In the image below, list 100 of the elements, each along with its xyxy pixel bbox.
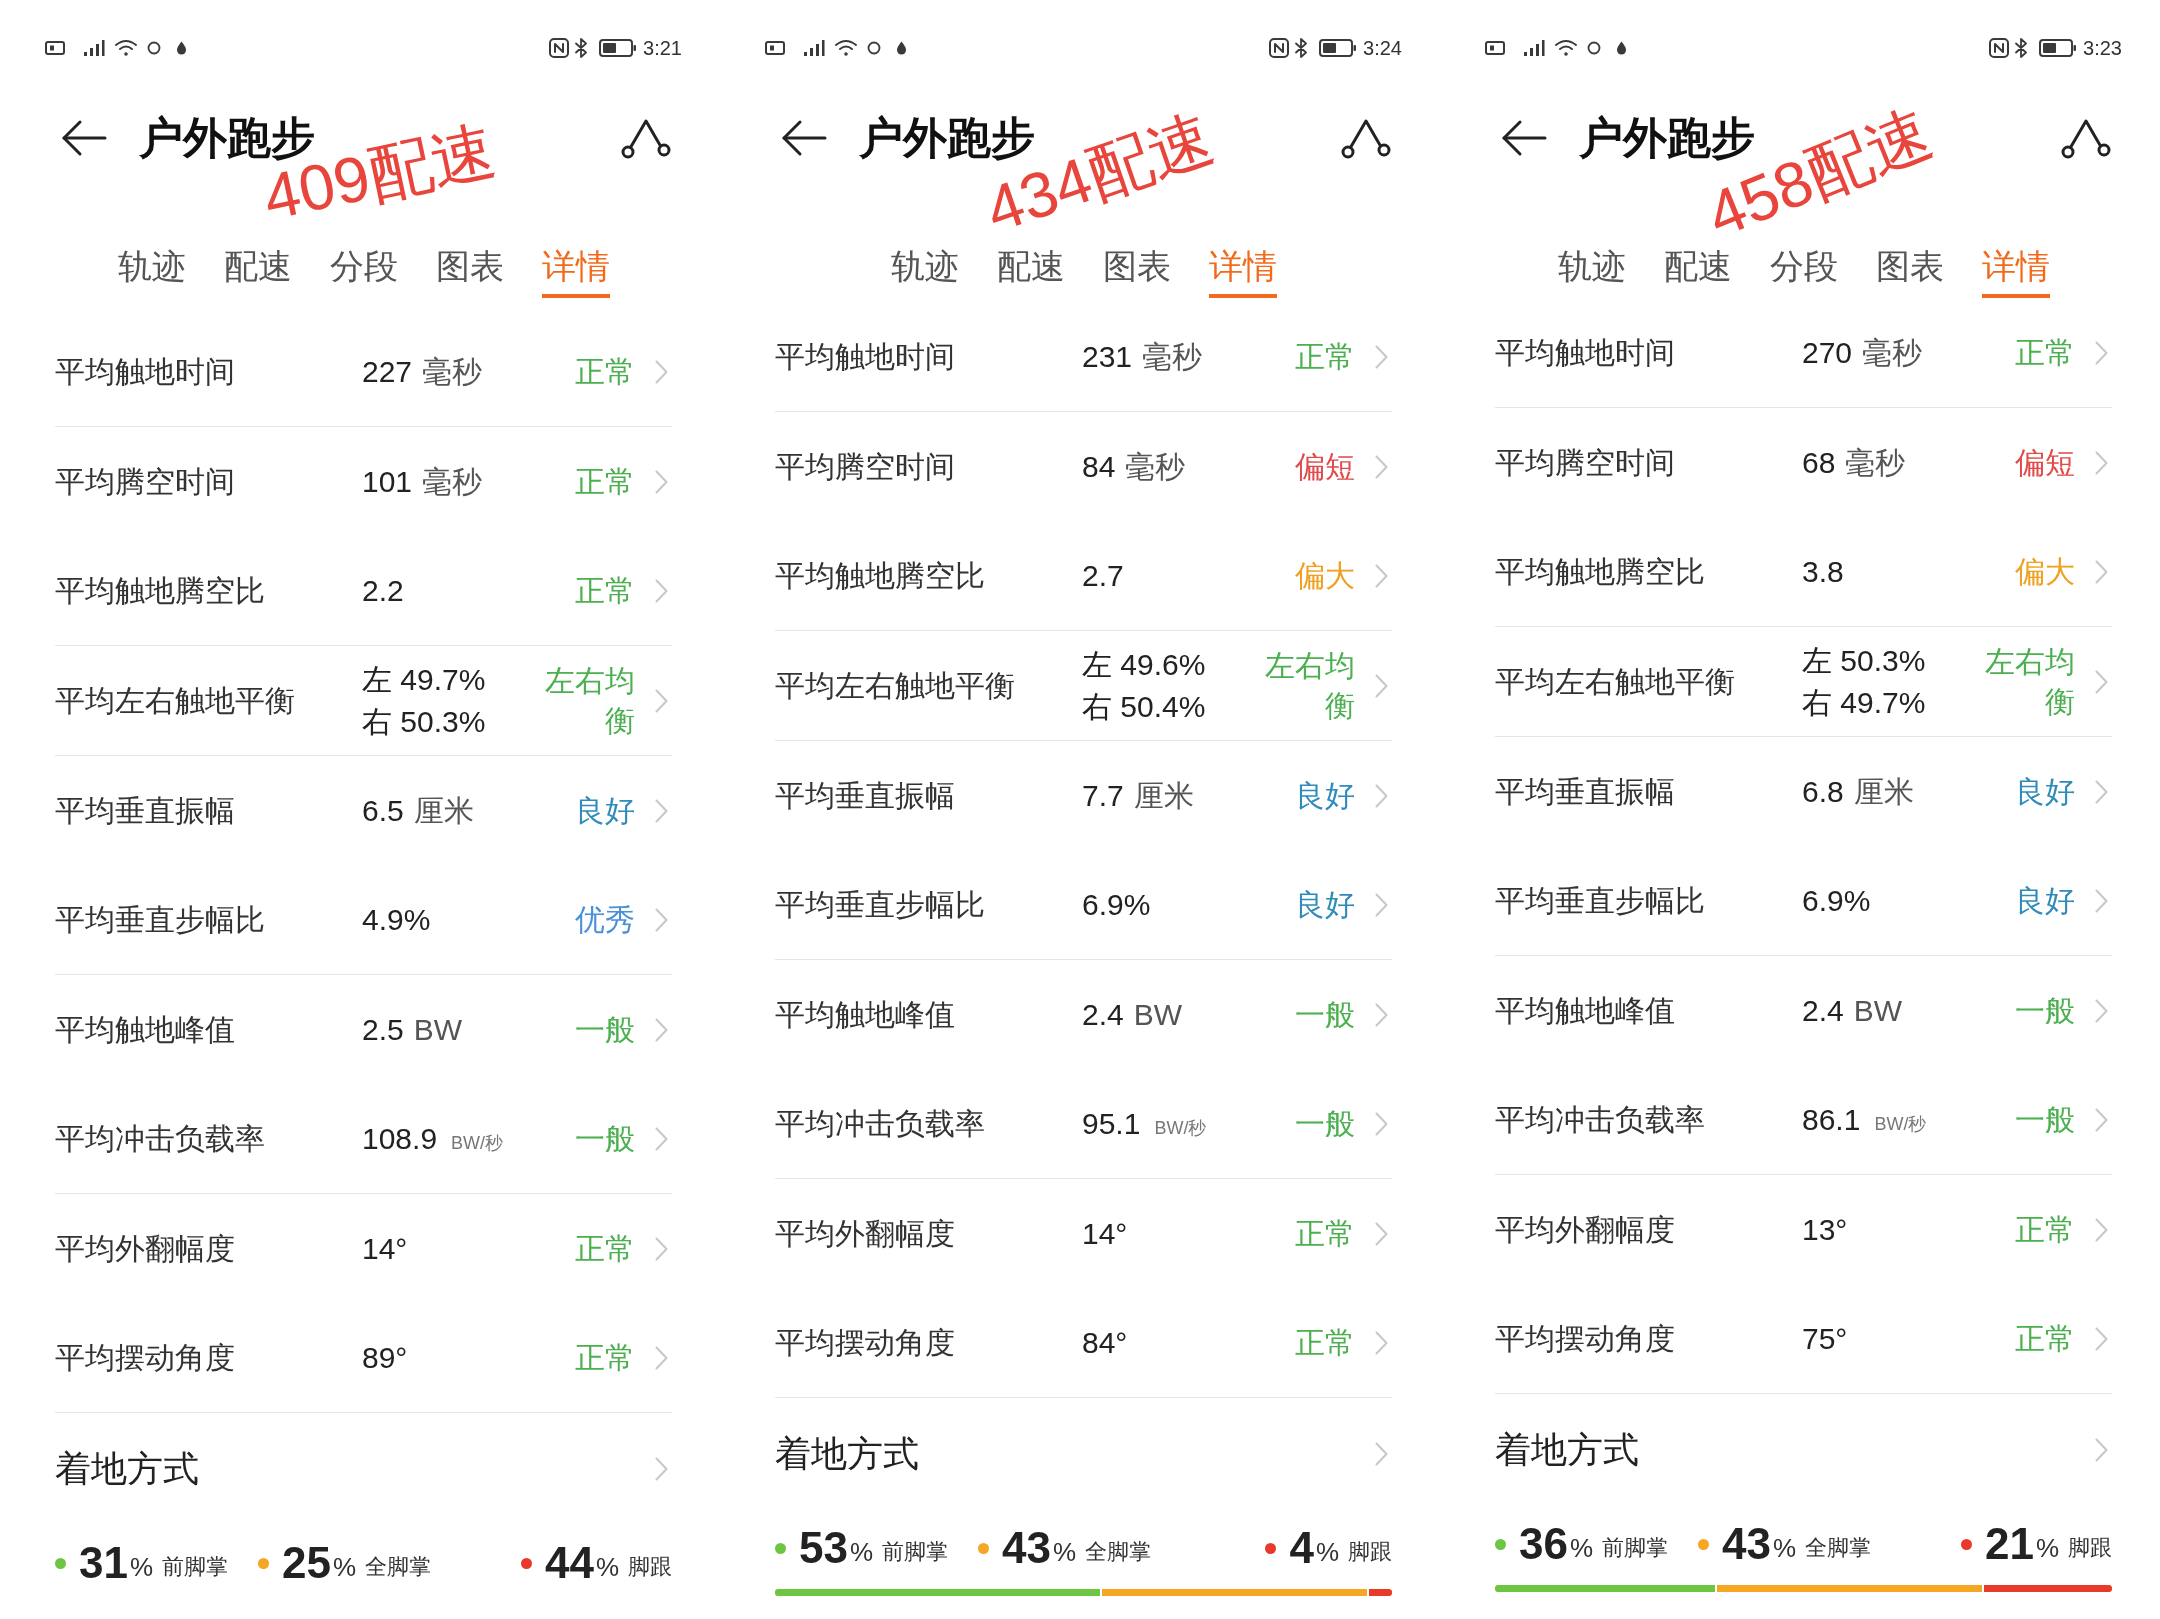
chevron-right-icon[interactable]	[1375, 1111, 1388, 1136]
chevron-right-icon[interactable]	[1375, 673, 1388, 698]
metric-label: 平均垂直振幅	[1495, 773, 1676, 810]
status-label: 偏大	[1294, 557, 1355, 594]
chevron-right-icon[interactable]	[1375, 783, 1388, 808]
metric-label: 平均腾空时间	[775, 448, 956, 485]
status-label: 正常	[2014, 334, 2075, 371]
chevron-right-icon[interactable]	[2095, 450, 2108, 475]
chevron-right-icon[interactable]	[2095, 779, 2108, 804]
chevron-right-icon[interactable]	[655, 1126, 668, 1151]
metric-value: 84°	[1082, 1324, 1128, 1361]
chevron-right-icon[interactable]	[655, 1017, 668, 1042]
tab[interactable]: 分段	[1769, 246, 1838, 298]
status-label: 正常	[574, 1230, 635, 1267]
chevron-right-icon[interactable]	[1375, 892, 1388, 917]
legend-label: 前脚掌	[162, 1554, 229, 1580]
status-label: 一般	[574, 1011, 635, 1048]
ring-icon	[1587, 41, 1601, 55]
status-label: 正常	[574, 1339, 635, 1376]
wifi-icon	[1554, 39, 1578, 57]
chevron-right-icon[interactable]	[1375, 454, 1388, 479]
legend-percent-sign: %	[1053, 1537, 1077, 1567]
metric-unit: 毫秒	[1125, 448, 1186, 485]
metric-unit: 毫秒	[1142, 338, 1203, 375]
chevron-right-icon[interactable]	[655, 688, 668, 713]
chevron-right-icon[interactable]	[655, 907, 668, 932]
nfc-icon	[1989, 38, 2010, 58]
legend-percent: 31	[79, 1538, 128, 1588]
legend-label: 脚跟	[628, 1554, 672, 1580]
tab[interactable]: 图表	[1875, 246, 1944, 298]
chevron-right-icon[interactable]	[655, 1236, 668, 1261]
chevron-right-icon[interactable]	[655, 798, 668, 823]
metric-value: 75°	[1802, 1320, 1848, 1357]
chevron-right-icon[interactable]	[1375, 1002, 1388, 1027]
status-label: 正常	[2014, 1211, 2075, 1248]
metric-label: 平均触地腾空比	[775, 557, 986, 594]
tab[interactable]: 图表	[1102, 246, 1171, 298]
tab[interactable]: 轨迹	[890, 246, 959, 298]
status-time: 3:24	[1363, 36, 1402, 60]
status-label: 正常	[1294, 338, 1355, 375]
chevron-right-icon[interactable]	[655, 1457, 668, 1481]
legend-label: 脚跟	[2068, 1535, 2112, 1561]
status-label: 一般	[1294, 1105, 1355, 1142]
chevron-right-icon[interactable]	[2095, 669, 2108, 694]
chevron-right-icon[interactable]	[655, 578, 668, 603]
chevron-right-icon[interactable]	[2095, 559, 2108, 584]
metric-value: 2.7	[1082, 557, 1124, 594]
status-label: 良好	[1294, 886, 1355, 923]
chevron-right-icon[interactable]	[2095, 340, 2108, 365]
chevron-right-icon[interactable]	[1375, 1330, 1388, 1355]
metric-value: 86.1	[1802, 1101, 1861, 1138]
metric-label: 平均触地时间	[1495, 334, 1676, 371]
legend-label: 脚跟	[1348, 1539, 1392, 1565]
chevron-right-icon[interactable]	[1375, 563, 1388, 588]
chevron-right-icon[interactable]	[2095, 1326, 2108, 1351]
chevron-right-icon[interactable]	[2095, 1217, 2108, 1242]
metric-label: 平均触地峰值	[1495, 992, 1676, 1029]
chevron-right-icon[interactable]	[655, 469, 668, 494]
tab[interactable]: 分段	[329, 246, 398, 298]
metric-label: 平均垂直振幅	[775, 777, 956, 814]
metric-value: 6.9%	[1802, 882, 1871, 919]
legend-percent: 43	[1002, 1523, 1052, 1573]
metric-label: 平均触地时间	[775, 338, 956, 375]
bluetooth-icon	[575, 38, 588, 58]
signal-icon	[83, 39, 105, 57]
metric-unit: BW/秒	[451, 1131, 504, 1155]
tab[interactable]: 轨迹	[1557, 246, 1626, 298]
status-label: 一般	[2014, 992, 2075, 1029]
metric-label: 平均左右触地平衡	[1495, 663, 1736, 700]
legend-percent-sign: %	[333, 1552, 357, 1582]
metric-value: 68	[1802, 444, 1836, 481]
tab[interactable]: 配速	[223, 246, 292, 298]
status-label: 偏大	[2014, 553, 2075, 590]
metric-unit: BW	[1853, 992, 1903, 1029]
metric-label: 平均左右触地平衡	[775, 667, 1016, 704]
status-label: 正常	[574, 463, 635, 500]
metric-label: 平均垂直步幅比	[775, 886, 986, 923]
card-icon	[765, 41, 785, 55]
metric-value: 右 50.3%	[362, 703, 486, 740]
chevron-right-icon[interactable]	[655, 1345, 668, 1370]
status-label: 正常	[1294, 1324, 1355, 1361]
battery-icon	[599, 39, 638, 57]
chevron-right-icon[interactable]	[2095, 998, 2108, 1023]
chevron-right-icon[interactable]	[2095, 1107, 2108, 1132]
tab[interactable]: 轨迹	[117, 246, 186, 298]
metric-label: 平均摆动角度	[55, 1339, 236, 1376]
chevron-right-icon[interactable]	[2095, 888, 2108, 913]
chevron-right-icon[interactable]	[1375, 1221, 1388, 1246]
metric-unit: BW	[1133, 996, 1183, 1033]
metric-label: 平均腾空时间	[55, 463, 236, 500]
ring-icon	[867, 41, 881, 55]
chevron-right-icon[interactable]	[655, 359, 668, 384]
tab[interactable]: 配速	[996, 246, 1065, 298]
battery-icon	[2039, 39, 2078, 57]
chevron-right-icon[interactable]	[1375, 344, 1388, 369]
chevron-right-icon[interactable]	[2095, 1438, 2108, 1462]
metric-label: 平均冲击负载率	[55, 1120, 266, 1157]
tab[interactable]: 配速	[1663, 246, 1732, 298]
tab[interactable]: 图表	[435, 246, 504, 298]
chevron-right-icon[interactable]	[1375, 1442, 1388, 1466]
